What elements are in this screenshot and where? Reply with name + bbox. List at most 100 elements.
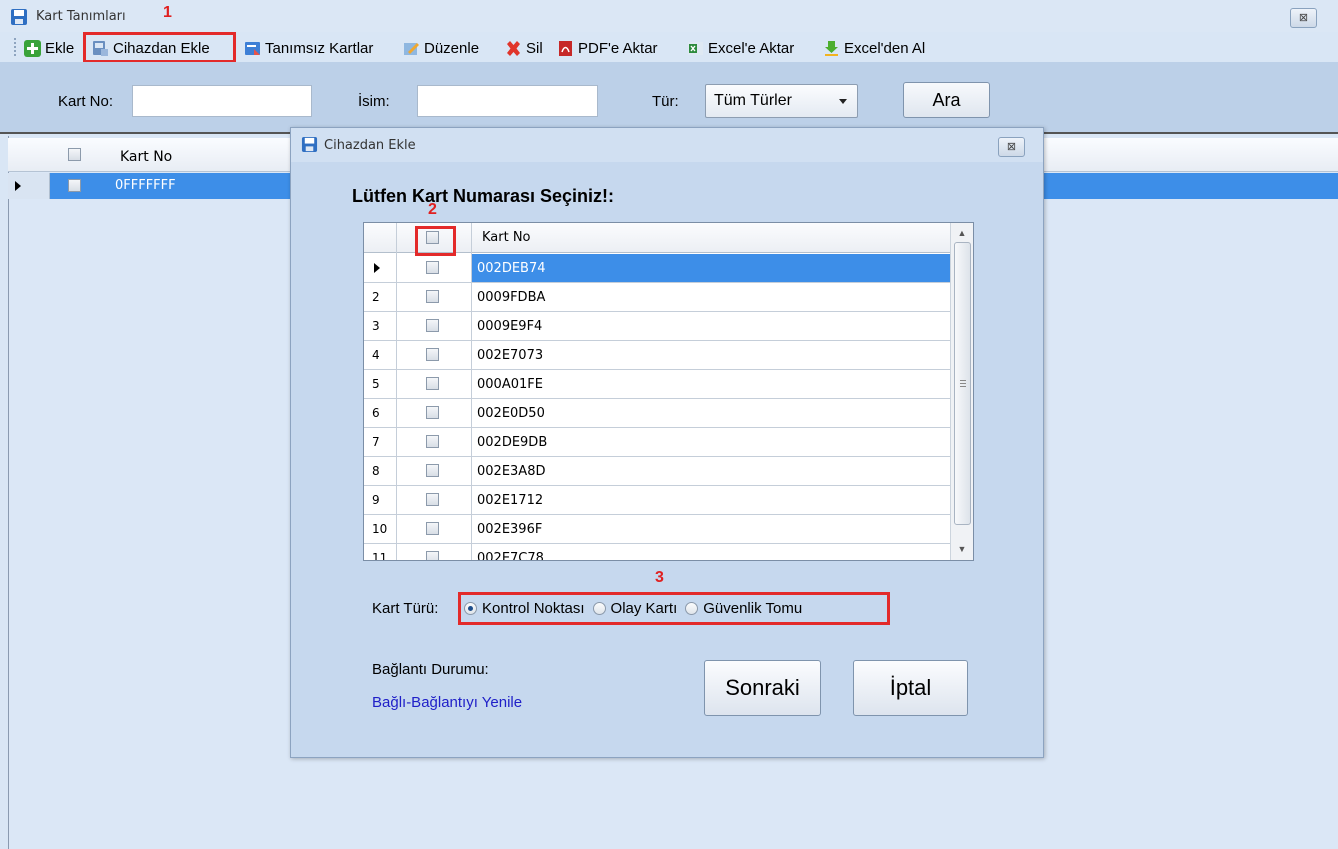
edit-icon [404, 42, 419, 55]
delete-label: Sil [526, 39, 543, 57]
table-row[interactable]: 8 002E3A8D [364, 457, 950, 486]
kart-no-cell: 0009FDBA [472, 283, 950, 311]
kart-no-cell: 002E0D50 [472, 399, 950, 427]
row-checkbox[interactable] [426, 319, 439, 332]
import-excel-button[interactable]: Excel'den Al [823, 36, 925, 60]
floppy-disk-icon [11, 9, 27, 25]
add-button[interactable]: Ekle [24, 36, 74, 60]
table-row[interactable]: 002DEB74 [364, 254, 950, 283]
isim-input[interactable] [417, 85, 598, 117]
callout-2: 2 [428, 201, 437, 218]
kart-no-value: 000A01FE [477, 377, 543, 392]
kart-no-column-header[interactable]: Kart No [120, 149, 172, 165]
table-row[interactable]: 4 002E7073 [364, 341, 950, 370]
callout-3: 3 [655, 569, 664, 586]
kart-no-value: 002DEB74 [477, 261, 546, 276]
export-pdf-button[interactable]: PDF'e Aktar [557, 36, 658, 60]
row-number: 4 [372, 348, 380, 362]
row-checkbox[interactable] [426, 522, 439, 535]
tur-select[interactable]: Tüm Türler [705, 84, 858, 118]
row-checkbox[interactable] [426, 435, 439, 448]
kart-no-column-header[interactable]: Kart No [482, 230, 531, 245]
row-header-cell [8, 173, 50, 199]
row-number: 11 [372, 551, 388, 561]
undefined-cards-button[interactable]: Tanımsız Kartlar [244, 36, 373, 60]
row-checkbox[interactable] [426, 493, 439, 506]
kart-no-cell: 002E1712 [472, 486, 950, 514]
vertical-scrollbar[interactable]: ▲ ▼ [950, 223, 973, 560]
edit-label: Düzenle [424, 39, 480, 57]
row-checkbox[interactable] [426, 348, 439, 361]
select-all-checkbox[interactable] [68, 148, 81, 161]
device-cards-grid: Kart No 002DEB74 2 0009FDBA 3 0009E9F4 4… [363, 222, 974, 561]
table-row[interactable]: 5 000A01FE [364, 370, 950, 399]
highlight-box-3 [458, 592, 890, 625]
undefined-cards-icon [245, 41, 260, 55]
kart-no-value: 002E7073 [477, 348, 544, 363]
row-checkbox[interactable] [426, 377, 439, 390]
tur-select-value: Tüm Türler [714, 92, 792, 109]
kart-no-cell: 002DEB74 [472, 254, 950, 282]
kart-no-cell: 000A01FE [472, 370, 950, 398]
reconnect-link[interactable]: Bağlı-Bağlantıyı Yenile [372, 694, 522, 711]
row-number: 8 [372, 464, 380, 478]
row-checkbox[interactable] [426, 551, 439, 560]
scroll-up-icon[interactable]: ▲ [954, 225, 970, 241]
table-row[interactable]: 10 002E396F [364, 515, 950, 544]
import-excel-label: Excel'den Al [844, 39, 926, 57]
kart-no-value: 0009FDBA [477, 290, 546, 305]
cancel-button[interactable]: İptal [853, 660, 968, 716]
row-checkbox[interactable] [68, 179, 81, 192]
kart-turu-label: Kart Türü: [372, 600, 439, 617]
table-row[interactable]: 2 0009FDBA [364, 283, 950, 312]
row-checkbox[interactable] [426, 290, 439, 303]
dialog-prompt: Lütfen Kart Numarası Seçiniz!: [352, 186, 615, 206]
scrollbar-thumb[interactable] [954, 242, 971, 525]
row-checkbox[interactable] [426, 261, 439, 274]
callout-1: 1 [163, 4, 172, 21]
kart-no-value: 002E1712 [477, 493, 544, 508]
kart-no-cell: 002E3A8D [472, 457, 950, 485]
table-row[interactable]: 9 002E1712 [364, 486, 950, 515]
kart-no-value: 002DE9DB [477, 435, 548, 450]
plus-icon [24, 39, 41, 57]
chevron-down-icon [839, 99, 847, 104]
toolbar-grip [14, 38, 16, 56]
table-row[interactable]: 7 002DE9DB [364, 428, 950, 457]
row-number: 2 [372, 290, 380, 304]
dialog-close-button[interactable]: ⊠ [998, 137, 1025, 157]
kart-no-cell: 002DE9DB [472, 428, 950, 456]
highlight-box-2 [415, 226, 456, 256]
export-excel-button[interactable]: Excel'e Aktar [687, 36, 794, 60]
search-button[interactable]: Ara [903, 82, 990, 118]
toolbar: Ekle Cihazdan Ekle Tanımsız Kartlar Düze… [0, 32, 1338, 63]
row-number: 10 [372, 522, 388, 536]
row-checkbox[interactable] [426, 464, 439, 477]
title-bar: Kart Tanımları 1 ⊠ [0, 0, 1338, 32]
scroll-down-icon[interactable]: ▼ [954, 541, 970, 557]
edit-button[interactable]: Düzenle [403, 36, 479, 60]
kart-no-cell: 002E7073 [472, 341, 950, 369]
window-close-button[interactable]: ⊠ [1290, 8, 1317, 28]
export-pdf-label: PDF'e Aktar [578, 39, 658, 57]
kart-no-label: Kart No: [58, 93, 114, 110]
pdf-icon [559, 40, 572, 56]
row-number: 6 [372, 406, 380, 420]
delete-button[interactable]: Sil [505, 36, 543, 60]
floppy-disk-icon [301, 136, 318, 153]
excel-import-icon [825, 40, 838, 56]
connection-status-label: Bağlantı Durumu: [372, 661, 489, 678]
table-row[interactable]: 11 002E7C78 [364, 544, 950, 561]
dialog-title: Cihazdan Ekle [324, 138, 416, 153]
current-row-indicator-icon [15, 181, 21, 191]
row-number: 5 [372, 377, 380, 391]
kart-no-input[interactable] [132, 85, 312, 117]
add-from-device-dialog: Cihazdan Ekle ⊠ Lütfen Kart Numarası Seç… [290, 127, 1044, 758]
add-button-label: Ekle [45, 39, 75, 57]
next-button[interactable]: Sonraki [704, 660, 821, 716]
table-row[interactable]: 6 002E0D50 [364, 399, 950, 428]
row-checkbox[interactable] [426, 406, 439, 419]
row-number: 9 [372, 493, 380, 507]
kart-no-cell: 002E396F [472, 515, 950, 543]
table-row[interactable]: 3 0009E9F4 [364, 312, 950, 341]
